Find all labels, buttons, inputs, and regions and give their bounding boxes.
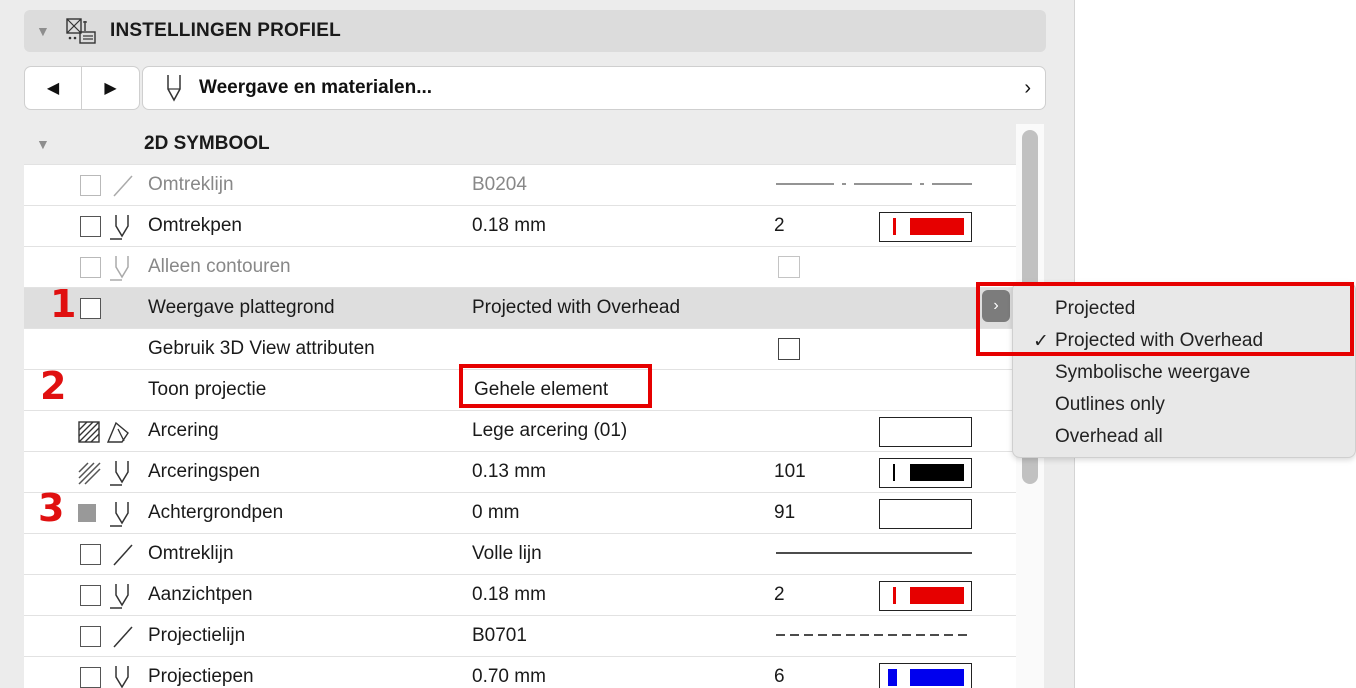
fill-edit-icon <box>106 421 129 443</box>
chevron-right-icon: › <box>1024 76 1031 99</box>
pen-number[interactable]: 2 <box>774 575 785 615</box>
profile-settings-panel: ▼ INSTELLINGEN PROFIEL ◀ ▶ Weergave en m… <box>0 0 1075 688</box>
row-value[interactable]: Projected with Overhead <box>472 288 680 328</box>
menu-item-label: Symbolische weergave <box>1055 362 1251 383</box>
profile-settings-icon <box>66 18 96 44</box>
panel-page-dropdown[interactable]: Weergave en materialen... › <box>142 66 1046 110</box>
hatch-pattern-icon <box>78 421 100 443</box>
section-title: INSTELLINGEN PROFIEL <box>110 20 341 41</box>
row-value: 0.18 mm <box>472 215 546 236</box>
pen-icon <box>167 75 181 102</box>
nav-bar: ◀ ▶ Weergave en materialen... › <box>24 66 1046 110</box>
line-type-icon <box>113 626 133 648</box>
row-name: Achtergrondpen <box>148 502 284 523</box>
row-value[interactable]: B0204 <box>472 165 527 205</box>
row-name: Arceringspen <box>148 461 260 482</box>
row-value: 0 mm <box>472 502 520 523</box>
table-row[interactable]: Aanzichtpen 0.18 mm 2 <box>24 575 1016 616</box>
annotation-number-1: 1 <box>50 282 77 326</box>
group-row-2d-symbool[interactable]: ▼ 2D SYMBOOL <box>24 124 1016 165</box>
annotation-highlight-box <box>459 364 652 408</box>
dropdown-label: Weergave en materialen... <box>199 77 433 98</box>
row-name: Aanzichtpen <box>148 584 253 605</box>
dash-dot-line-sample <box>776 183 972 185</box>
row-name: Projectiepen <box>148 666 254 687</box>
background-color-swatch[interactable] <box>78 504 96 522</box>
row-checkbox[interactable] <box>80 175 101 196</box>
row-name: Gebruik 3D View attributen <box>148 338 375 359</box>
menu-item-outlines-only[interactable]: Outlines only <box>1013 389 1356 421</box>
pen-icon <box>110 502 129 527</box>
dashed-line-sample <box>776 634 972 636</box>
row-checkbox[interactable] <box>80 667 101 688</box>
pen-number[interactable]: 101 <box>774 452 806 492</box>
row-value: 0.13 mm <box>472 461 546 482</box>
table-row[interactable]: Omtreklijn B0204 <box>24 165 1016 206</box>
next-button[interactable]: ▶ <box>82 66 140 110</box>
pen-color-swatch[interactable] <box>879 663 972 688</box>
previous-button[interactable]: ◀ <box>24 66 82 110</box>
pen-icon <box>110 256 129 281</box>
annotation-number-2: 2 <box>40 364 67 408</box>
menu-item-label: Overhead all <box>1055 426 1163 447</box>
annotation-highlight-box-menu <box>976 282 1354 356</box>
pen-color-swatch[interactable] <box>879 499 972 529</box>
row-value[interactable]: Lege arcering (01) <box>472 411 627 451</box>
pen-icon <box>110 461 129 486</box>
group-title: 2D SYMBOOL <box>144 133 270 154</box>
table-row[interactable]: Achtergrondpen 0 mm 91 <box>24 493 1016 534</box>
row-name: Omtreklijn <box>148 174 234 195</box>
pen-number[interactable]: 6 <box>774 657 785 688</box>
table-row[interactable]: Arcering Lege arcering (01) <box>24 411 1016 452</box>
row-checkbox[interactable] <box>80 544 101 565</box>
pen-icon <box>115 666 129 688</box>
row-name: Projectielijn <box>148 625 246 646</box>
row-value[interactable]: Volle lijn <box>472 534 542 574</box>
expand-triangle-icon[interactable]: ▼ <box>36 124 50 164</box>
menu-item-overhead-all[interactable]: Overhead all <box>1013 421 1356 453</box>
fill-swatch[interactable] <box>879 417 972 447</box>
collapse-triangle-icon[interactable]: ▼ <box>36 23 50 39</box>
row-name: Alleen contouren <box>148 256 291 277</box>
row-value: 0.18 mm <box>472 584 546 605</box>
row-checkbox[interactable] <box>80 585 101 606</box>
row-checkbox[interactable] <box>80 257 101 278</box>
row-checkbox[interactable] <box>80 298 101 319</box>
row-name: Omtreklijn <box>148 543 234 564</box>
pen-color-swatch[interactable] <box>879 212 972 242</box>
row-value[interactable]: B0701 <box>472 616 527 656</box>
pen-number[interactable]: 91 <box>774 493 795 533</box>
arrow-right-icon: ▶ <box>104 80 117 97</box>
row-name: Omtrekpen <box>148 215 242 236</box>
pen-icon <box>110 215 129 240</box>
table-row[interactable]: Alleen contouren <box>24 247 1016 288</box>
arrow-left-icon: ◀ <box>46 80 60 97</box>
pen-color-swatch[interactable] <box>879 458 972 488</box>
table-row[interactable]: Projectiepen 0.70 mm 6 <box>24 657 1016 688</box>
row-checkbox[interactable] <box>80 626 101 647</box>
table-row-selected[interactable]: Weergave plattegrond Projected with Over… <box>24 288 1016 329</box>
pen-number[interactable]: 2 <box>774 206 785 246</box>
row-name: Weergave plattegrond <box>148 297 335 318</box>
table-row[interactable]: Omtreklijn Volle lijn <box>24 534 1016 575</box>
table-row[interactable]: Arceringspen 0.13 mm 101 <box>24 452 1016 493</box>
solid-line-sample <box>776 552 972 554</box>
menu-item-symbolische-weergave[interactable]: Symbolische weergave <box>1013 357 1356 389</box>
table-row[interactable]: Omtrekpen 0.18 mm 2 <box>24 206 1016 247</box>
row-name: Arcering <box>148 420 219 441</box>
pen-icon <box>110 584 129 609</box>
use-3d-view-attributes-checkbox[interactable] <box>778 338 800 360</box>
row-name: Toon projectie <box>148 379 267 400</box>
annotation-number-3: 3 <box>38 486 65 530</box>
menu-item-label: Outlines only <box>1055 394 1165 415</box>
table-row[interactable]: Projectielijn B0701 <box>24 616 1016 657</box>
contours-only-checkbox[interactable] <box>778 256 800 278</box>
section-header[interactable]: ▼ INSTELLINGEN PROFIEL <box>24 10 1046 52</box>
hatch-pen-icon <box>78 462 101 485</box>
pen-color-swatch[interactable] <box>879 581 972 611</box>
row-value: 0.70 mm <box>472 666 546 687</box>
line-type-icon <box>113 544 133 566</box>
row-checkbox[interactable] <box>80 216 101 237</box>
line-type-icon <box>113 175 133 197</box>
